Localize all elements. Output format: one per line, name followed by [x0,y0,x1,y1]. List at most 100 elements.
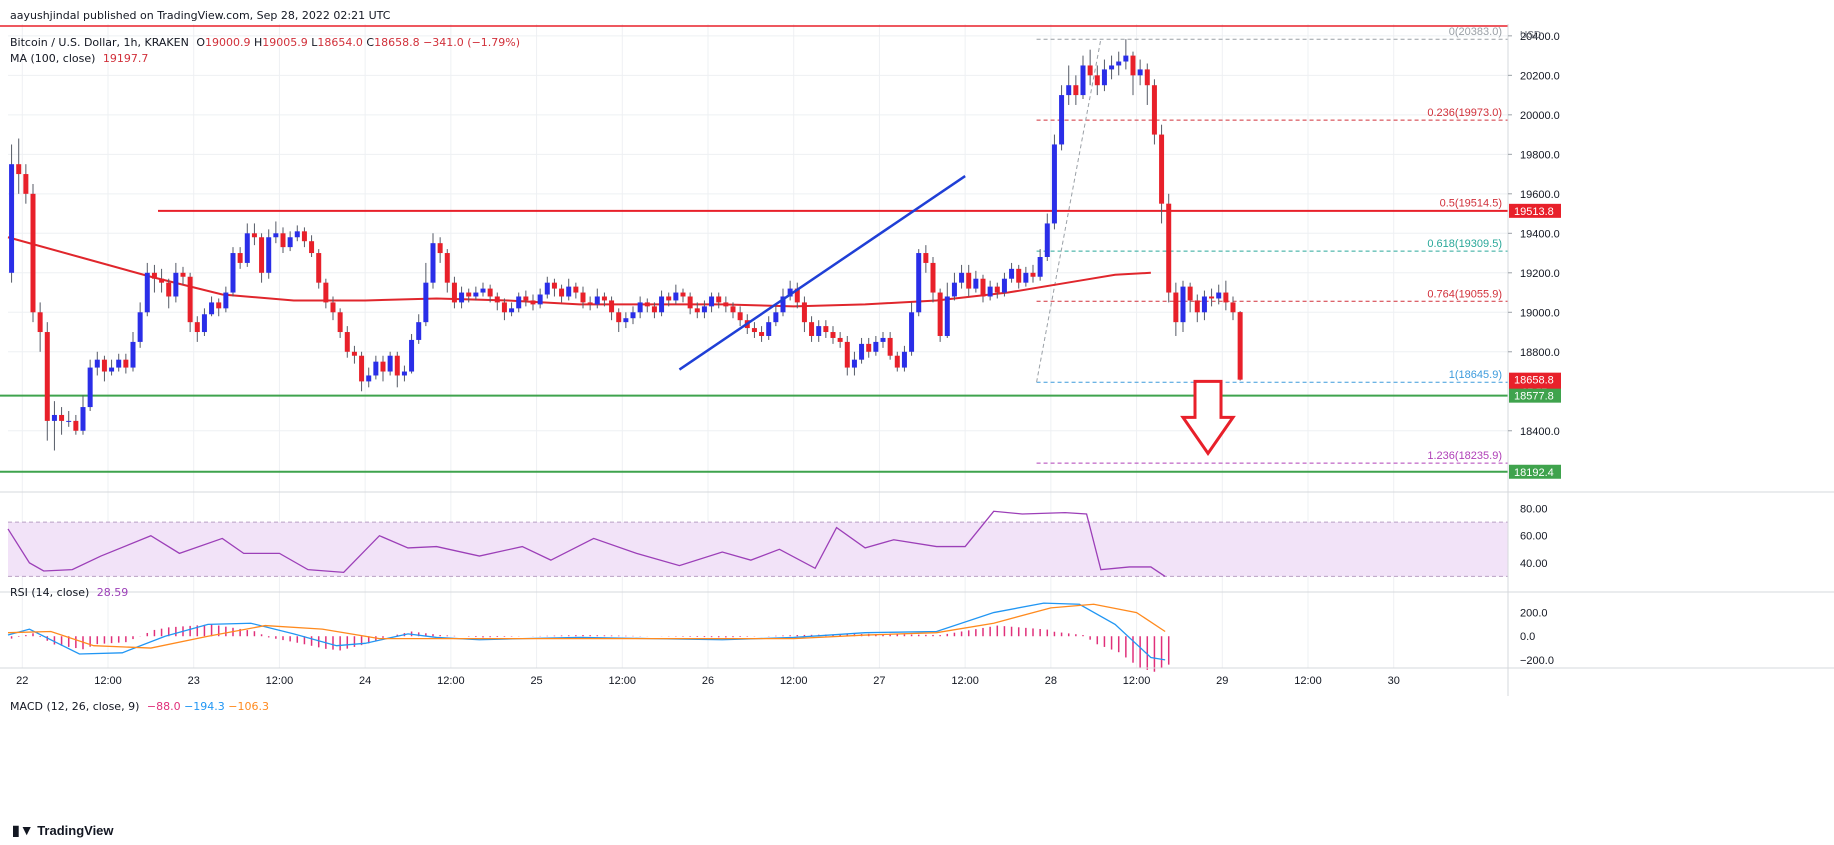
low-value: 18654.0 [317,36,363,49]
candle-body [1030,272,1036,277]
candle-body [287,237,293,248]
candle-body [730,306,736,313]
close-label: C [366,36,375,49]
candle-body [237,253,243,263]
price-marker-label: 19513.8 [1514,206,1554,218]
time-tick-label: 25 [530,675,542,687]
macd-value-2: −194.3 [184,700,225,713]
candle-body [59,414,65,421]
rsi-tick-label: 40.00 [1520,558,1548,570]
candle-body [959,272,965,283]
price-tick-label: 20200.0 [1520,70,1560,82]
candle-body [187,276,193,323]
candle-body [487,288,493,297]
time-tick-label: 12:00 [951,675,979,687]
fib-label: 0.764(19055.9) [1427,288,1502,300]
candle-body [716,296,722,303]
time-tick-label: 12:00 [780,675,808,687]
tradingview-logo-text: TradingView [37,823,114,838]
candle-body [394,355,400,376]
candle-body [230,253,236,293]
time-tick-label: 24 [359,675,371,687]
candle-body [509,308,515,313]
price-tick-label: 18800.0 [1520,347,1560,359]
candle-body [737,312,743,321]
macd-tick-label: 200.0 [1520,608,1548,620]
candle-body [923,253,929,263]
candle-body [473,292,479,297]
candle-body [151,272,157,279]
candle-body [516,296,522,309]
macd-value-1: −88.0 [146,700,181,713]
candle-body [1094,75,1100,86]
candle-body [451,282,457,303]
macd-label: MACD (12, 26, close, 9) [10,700,140,713]
candle-body [1001,278,1007,293]
candle-body [194,322,200,333]
candle-body [759,332,765,336]
price-marker-label: 18658.8 [1514,375,1554,387]
symbol-legend: Bitcoin / U.S. Dollar, 1h, KRAKEN O19000… [10,36,520,49]
support-resistance-lines [0,25,1508,473]
candle-body [1016,268,1022,283]
open-value: 19000.9 [204,36,251,49]
fib-label: 1.236(18235.9) [1427,450,1502,462]
candle-body [101,359,107,372]
down-arrow-shape [1180,379,1236,457]
candle-body [1237,312,1243,380]
candle-body [801,302,807,323]
price-tick-label: 20000.0 [1520,110,1560,122]
price-tick-label: 19800.0 [1520,149,1560,161]
candle-body [887,337,893,356]
change-value: −341.0 (−1.79%) [423,36,521,49]
candle-body [173,272,179,297]
time-tick-label: 28 [1045,675,1057,687]
candle-body [1044,223,1050,257]
candle-body [680,292,686,297]
rsi-pane [7,510,1508,577]
candle-body [994,286,1000,293]
candle-body [1201,296,1207,313]
candle-body [937,292,943,336]
down-arrow [1180,379,1236,457]
candle-body [580,292,586,303]
candle-body [94,359,100,368]
price-tick-label: 19600.0 [1520,189,1560,201]
candle-body [601,296,607,301]
candle-body [1080,65,1086,96]
candle-body [44,332,50,421]
candle-body [866,343,872,352]
candle-body [594,296,600,305]
fibonacci-levels: 0(20383.0) 0.236(19973.0) 0.5(19514.5) 0.61… [1036,26,1508,464]
candle-body [694,308,700,313]
candle-body [687,296,693,309]
candle-body [1173,292,1179,323]
fib-label: 0.5(19514.5) [1440,198,1502,210]
candle-body [944,296,950,336]
candle-body [344,332,350,352]
ma-legend: MA (100, close) 19197.7 [10,52,148,65]
candle-body [201,314,207,333]
candle-body [1059,95,1065,145]
ma-label: MA (100, close) [10,52,96,65]
candle-body [430,243,436,283]
chart-canvas[interactable]: 0(20383.0) 0.236(19973.0) 0.5(19514.5) 0.61… [0,0,1834,845]
publish-credit: aayushjindal published on TradingView.co… [10,9,391,22]
time-tick-label: 12:00 [1294,675,1322,687]
candle-body [1230,302,1236,313]
tradingview-logo[interactable]: ▮▼ TradingView [12,822,114,839]
macd-tick-label: 0.0 [1520,631,1535,643]
candle-body [1073,85,1079,96]
candle-body [1009,268,1015,279]
candle-body [159,278,165,283]
candle-body [530,300,536,305]
candle-body [809,322,815,336]
candle-body [387,355,393,372]
candle-body [216,302,222,309]
candle-body [723,302,729,307]
candle-body [437,243,443,254]
macd-legend: MACD (12, 26, close, 9) −88.0 −194.3 −10… [10,700,269,713]
candle-body [980,278,986,297]
time-tick-label: 26 [702,675,714,687]
candle-body [1151,85,1157,135]
